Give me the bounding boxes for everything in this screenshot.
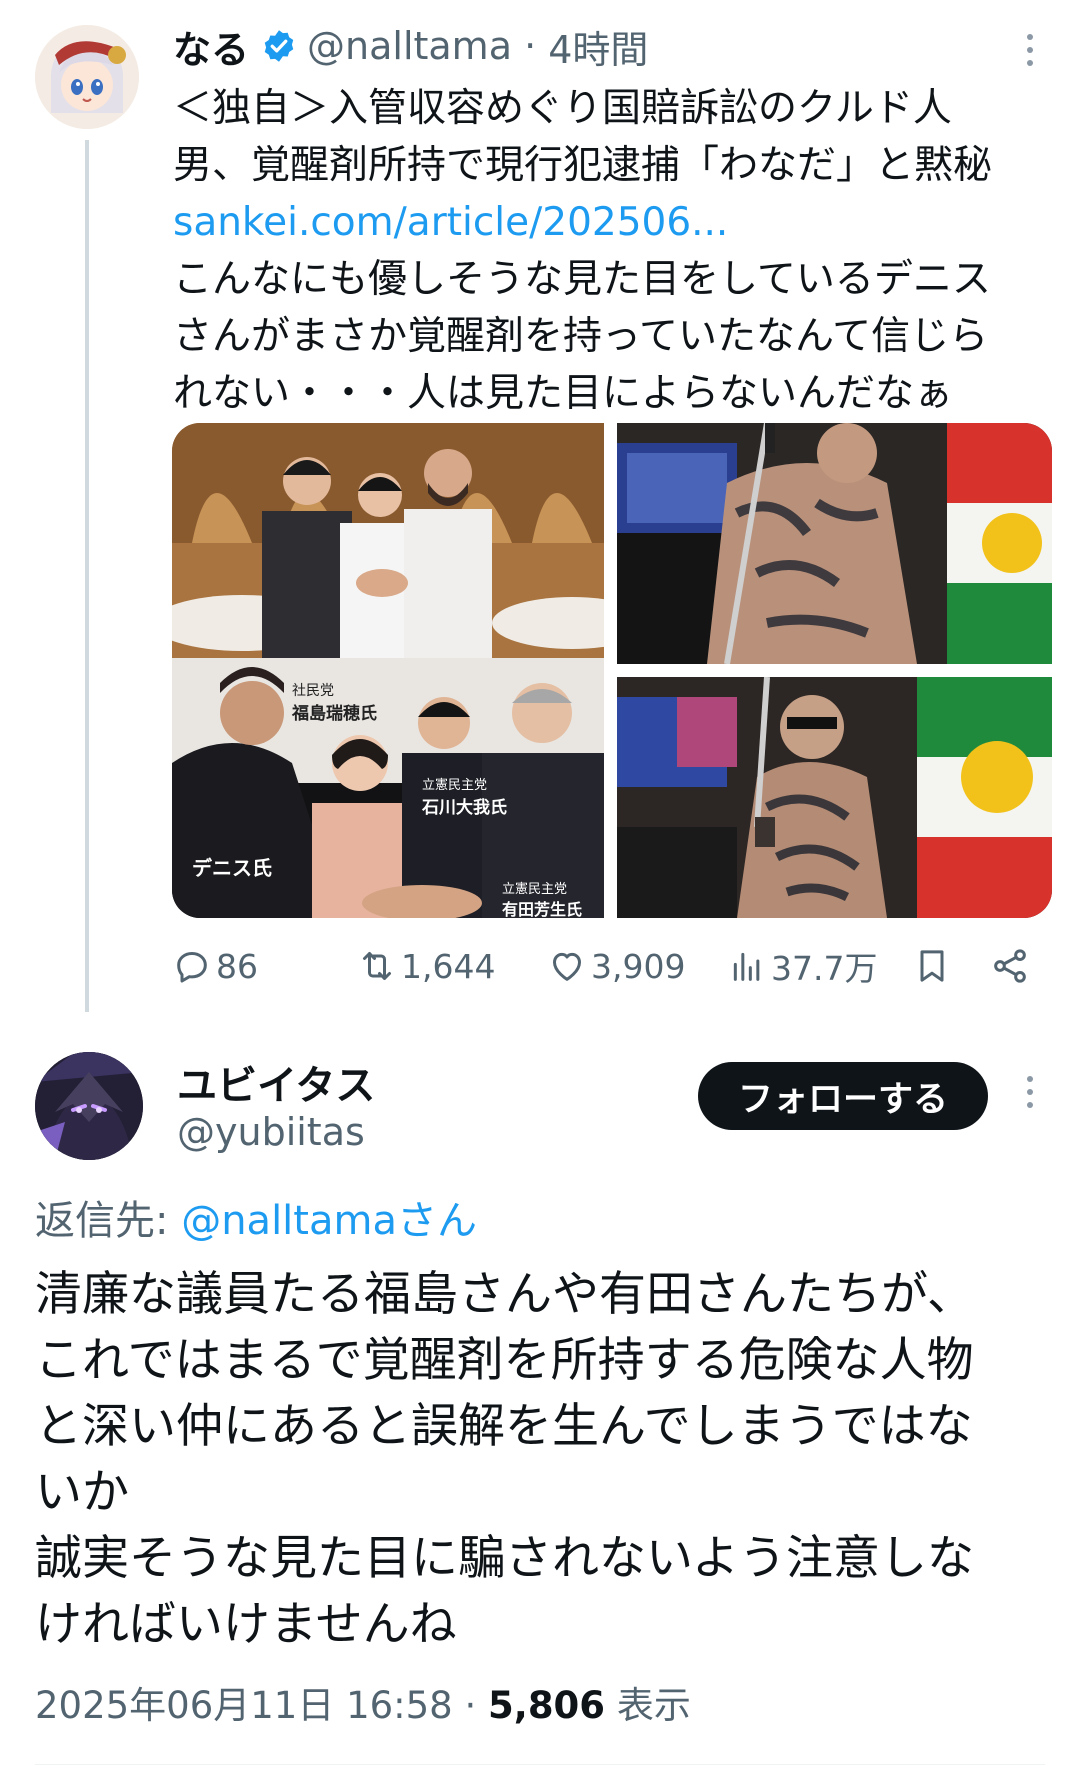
caption-person-left: デニス氏	[192, 856, 272, 880]
analytics-icon	[733, 952, 760, 981]
reply-icon	[177, 952, 207, 983]
caption-party-3: 立憲民主党	[502, 881, 567, 896]
reply-prefix: 返信先:	[35, 1198, 182, 1244]
reply-mention-link[interactable]: @nalltamaさん	[181, 1198, 477, 1244]
reply-text-line: 誠実そうな見た目に騙されないよう注意しな	[35, 1531, 975, 1586]
like-count: 3,909	[591, 946, 686, 986]
views-count: 37.7万	[771, 949, 878, 988]
reply-text-line: と深い仲にあると誤解を生んでしまうではな	[35, 1399, 973, 1454]
avatar[interactable]	[35, 1052, 143, 1160]
caption-party-2: 立憲民主党	[422, 777, 487, 792]
separator-dot: ·	[452, 1684, 489, 1727]
views-label: 表示	[605, 1684, 691, 1727]
post-comment-line: こんなにも優しそうな見た目をしているデニス	[173, 257, 991, 302]
caption-name-1: 福島瑞穂氏	[291, 703, 377, 723]
caption-name-2: 石川大我氏	[421, 797, 507, 817]
separator-dot: ·	[512, 24, 549, 68]
reply-text-line: これではまるで覚醒剤を所持する危険な人物	[35, 1333, 974, 1388]
reply-text-line: 清廉な議員たる福島さんや有田さんたちが、	[35, 1267, 975, 1322]
more-options-icon[interactable]	[1020, 30, 1040, 70]
verified-badge-icon	[264, 30, 294, 62]
like-button[interactable]: 3,909	[547, 940, 685, 992]
post-header: なる @nalltama · 4時間	[173, 22, 648, 72]
display-name[interactable]: なる	[173, 19, 249, 74]
post-text-line: ＜独自＞入管収容めぐり国賠訴訟のクルド人	[173, 86, 952, 131]
display-name[interactable]: ユビイタス	[177, 1053, 375, 1111]
views-count: 5,806	[488, 1684, 606, 1727]
handle[interactable]: @yubiitas	[177, 1110, 365, 1154]
post-time[interactable]: 4時間	[548, 19, 648, 74]
media-image-3[interactable]	[617, 677, 1052, 918]
media-image-1[interactable]: 社民党 福島瑞穂氏 デニス氏 立憲民主党 石川大我氏 立憲民主党 有田芳生氏	[172, 423, 604, 918]
reply-context: 返信先: @nalltamaさん	[35, 1188, 477, 1246]
reply-count: 86	[216, 946, 258, 986]
post-action-bar: 86 1,644 3,909 37.7万	[172, 940, 1052, 992]
caption-name-3: 有田芳生氏	[502, 900, 582, 918]
repost-icon	[363, 952, 391, 980]
avatar[interactable]	[35, 25, 139, 129]
media-grid: 社民党 福島瑞穂氏 デニス氏 立憲民主党 石川大我氏 立憲民主党 有田芳生氏	[172, 423, 1052, 918]
repost-button[interactable]: 1,644	[357, 940, 495, 992]
post-meta: 2025年06月11日 16:58 · 5,806 表示	[35, 1675, 691, 1729]
post-body: ＜独自＞入管収容めぐり国賠訴訟のクルド人 男、覚醒剤所持で現行犯逮捕「わなだ」と…	[173, 80, 1053, 422]
handle[interactable]: @nalltama	[307, 24, 512, 68]
post-text-line: 男、覚醒剤所持で現行犯逮捕「わなだ」と黙秘	[173, 143, 993, 188]
reply-body: 清廉な議員たる福島さんや有田さんたちが、 これではまるで覚醒剤を所持する危険な人…	[35, 1262, 1055, 1658]
article-link[interactable]: sankei.com/article/202506...	[173, 194, 1053, 251]
thread-connector-line	[85, 140, 89, 1012]
follow-button[interactable]: フォローする	[698, 1062, 988, 1130]
reply-text-line: ければいけませんね	[35, 1597, 457, 1652]
media-image-2[interactable]	[617, 423, 1052, 664]
share-button[interactable]	[990, 940, 1034, 992]
heart-icon	[553, 952, 581, 981]
bookmark-icon	[920, 950, 944, 982]
more-options-icon[interactable]	[1020, 1072, 1040, 1112]
reply-text-line: いか	[35, 1465, 129, 1520]
share-icon	[994, 949, 1026, 983]
post-timestamp[interactable]: 2025年06月11日 16:58	[35, 1684, 453, 1727]
bookmark-button[interactable]	[912, 940, 956, 992]
views-button[interactable]: 37.7万	[727, 940, 877, 992]
reply-button[interactable]: 86	[172, 940, 258, 992]
repost-count: 1,644	[401, 946, 496, 986]
post-comment-line: さんがまさか覚醒剤を持っていたなんて信じら	[173, 314, 989, 359]
caption-party-1: 社民党	[292, 683, 334, 699]
post-comment-line: れない・・・人は見た目によらないんだなぁ	[173, 371, 954, 416]
divider	[35, 1764, 1045, 1765]
